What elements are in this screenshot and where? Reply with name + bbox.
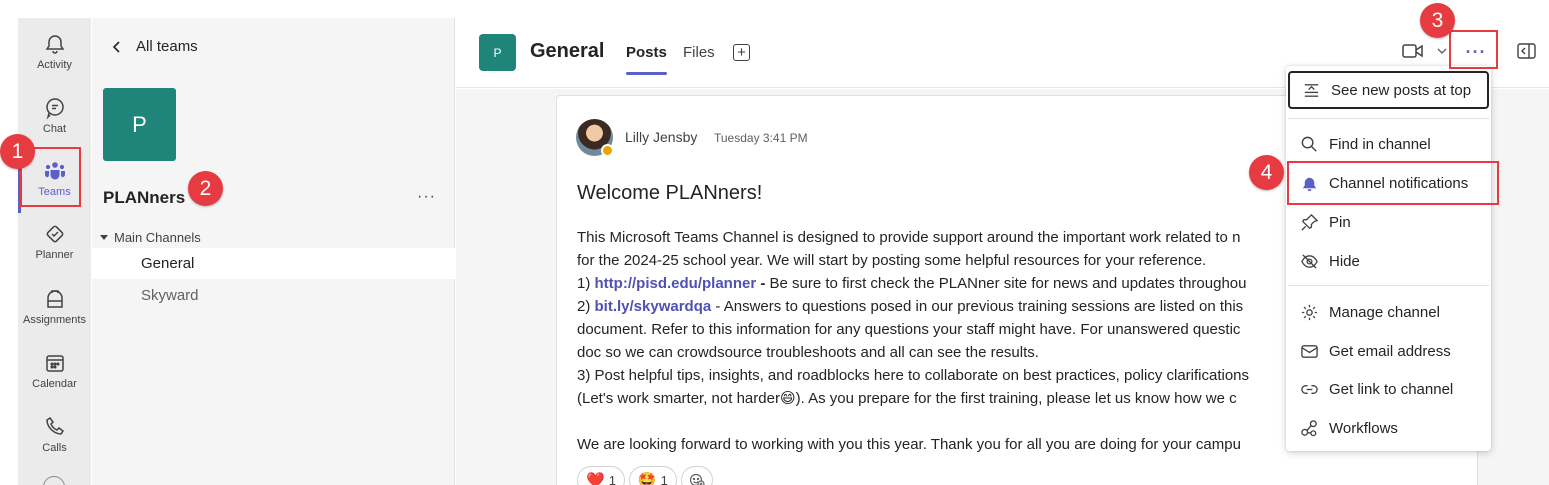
rail-label: Calls — [42, 442, 67, 454]
menu-item-manage-channel[interactable]: Manage channel — [1288, 293, 1489, 331]
bell-icon — [45, 35, 64, 54]
menu-item-get-link-to-channel[interactable]: Get link to channel — [1288, 370, 1489, 408]
tab-posts[interactable]: Posts — [626, 44, 667, 75]
more-apps-icon[interactable] — [43, 476, 65, 485]
menu-divider — [1288, 285, 1489, 286]
team-more-button[interactable]: ··· — [417, 188, 436, 206]
assignments-icon — [46, 290, 63, 308]
section-main-channels[interactable]: Main Channels — [100, 230, 201, 245]
chevron-left-icon — [112, 40, 120, 53]
rail-label: Chat — [42, 123, 67, 135]
planner-icon — [46, 225, 63, 243]
chat-icon — [45, 98, 64, 120]
menu-item-label: See new posts at top — [1331, 81, 1472, 99]
calendar-icon — [45, 355, 64, 372]
menu-item-label: Workflows — [1329, 419, 1398, 437]
open-side-panel-button[interactable] — [1517, 43, 1536, 64]
rail-label: Activity — [37, 59, 72, 71]
menu-item-find-in-channel[interactable]: Find in channel — [1288, 125, 1489, 163]
rail-item-activity[interactable]: Activity — [18, 24, 91, 86]
post-timestamp: Tuesday 3:41 PM — [714, 131, 808, 145]
reaction-star-struck[interactable]: 🤩 1 — [628, 466, 677, 485]
menu-item-see-new-posts-at-top[interactable]: See new posts at top — [1288, 71, 1489, 109]
reactions-bar: ❤️ 1 🤩 1 — [577, 466, 717, 485]
post-author[interactable]: Lilly Jensby — [625, 129, 697, 145]
side-panel-icon — [1517, 43, 1536, 59]
link-icon — [1301, 384, 1318, 394]
menu-item-label: Pin — [1329, 213, 1351, 231]
callout-badge-3: 3 — [1420, 3, 1455, 38]
rail-label: Planner — [35, 249, 74, 261]
pin-icon — [1301, 213, 1319, 231]
star-struck-icon: 🤩 — [637, 472, 657, 485]
tab-files[interactable]: Files — [683, 44, 715, 61]
heart-icon: ❤️ — [586, 472, 605, 485]
post-text: 2) — [577, 298, 595, 315]
mail-icon — [1301, 344, 1318, 358]
channel-skyward[interactable]: Skyward — [92, 280, 455, 311]
app-rail: Activity Chat Teams Planner Assignments … — [18, 18, 91, 485]
add-tab-button[interactable]: + — [733, 44, 750, 61]
planner-link[interactable]: http://pisd.edu/planner — [595, 275, 757, 292]
rail-item-calls[interactable]: Calls — [18, 407, 91, 469]
search-icon — [1301, 136, 1317, 152]
menu-item-label: Find in channel — [1329, 135, 1431, 153]
callout-highlight-more — [1449, 30, 1498, 69]
channel-title: General — [530, 40, 605, 62]
callout-badge-4: 4 — [1249, 155, 1284, 190]
status-away-icon — [601, 144, 614, 157]
teams-panel: All teams P PLANners ··· Main Channels G… — [92, 18, 455, 485]
callout-badge-2: 2 — [188, 171, 223, 206]
chevron-down-icon — [1437, 48, 1447, 54]
menu-item-get-email-address[interactable]: Get email address — [1288, 332, 1489, 370]
section-label: Main Channels — [114, 230, 201, 245]
channel-avatar: P — [479, 34, 516, 71]
post-text: - — [756, 275, 770, 292]
menu-item-workflows[interactable]: Workflows — [1288, 409, 1489, 447]
menu-item-label: Hide — [1329, 252, 1360, 270]
callout-badge-1: 1 — [0, 134, 35, 169]
menu-divider — [1288, 118, 1489, 119]
add-reaction-button[interactable] — [680, 466, 713, 485]
team-avatar: P — [103, 88, 176, 161]
rail-item-assignments[interactable]: Assignments — [18, 279, 91, 341]
rail-label: Calendar — [32, 378, 77, 390]
post-text: - Answers to questions posed in our prev… — [711, 298, 1244, 315]
channel-general[interactable]: General — [92, 248, 455, 279]
eye-off-icon — [1301, 253, 1318, 269]
meet-button[interactable] — [1402, 42, 1448, 60]
reaction-count: 1 — [660, 472, 668, 485]
back-label: All teams — [136, 38, 198, 55]
rail-item-calendar[interactable]: Calendar — [18, 343, 91, 405]
menu-item-label: Get email address — [1329, 342, 1451, 360]
teams-app: Activity Chat Teams Planner Assignments … — [0, 0, 1549, 485]
reaction-heart[interactable]: ❤️ 1 — [577, 466, 625, 485]
add-emoji-icon — [689, 473, 705, 485]
back-to-all-teams[interactable]: All teams — [110, 38, 198, 55]
channel-options-menu: See new posts at top Find in channel Cha… — [1286, 66, 1491, 451]
post-text: Be sure to first check the PLANner site … — [769, 275, 1247, 292]
callout-highlight-notifications — [1287, 161, 1499, 205]
menu-item-label: Manage channel — [1329, 303, 1440, 321]
menu-item-label: Get link to channel — [1329, 380, 1454, 398]
workflows-icon — [1301, 419, 1317, 436]
gear-icon — [1301, 304, 1318, 320]
skyward-link[interactable]: bit.ly/skywardqa — [595, 298, 712, 315]
menu-item-pin[interactable]: Pin — [1288, 203, 1489, 241]
menu-item-hide[interactable]: Hide — [1288, 242, 1489, 280]
caret-down-icon — [100, 235, 108, 240]
team-name: PLANners — [103, 188, 186, 207]
rail-label: Assignments — [23, 314, 86, 326]
phone-icon — [45, 416, 64, 435]
post-text: 1) — [577, 275, 595, 292]
sort-top-icon — [1304, 83, 1319, 97]
reaction-count: 1 — [608, 472, 616, 485]
post-title: Welcome PLANners! — [577, 182, 763, 204]
rail-item-planner[interactable]: Planner — [18, 214, 91, 276]
video-camera-icon — [1402, 44, 1423, 58]
